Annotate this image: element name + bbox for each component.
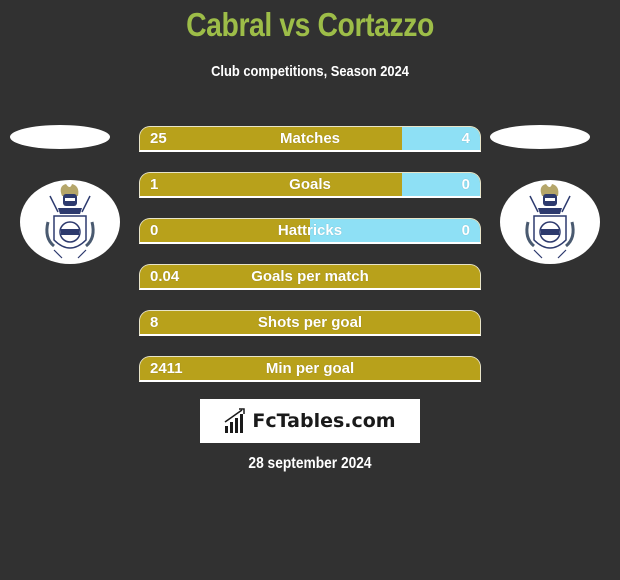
stat-label: Goals bbox=[289, 176, 331, 193]
fctables-logo[interactable]: FcTables.com bbox=[200, 399, 420, 443]
stat-label: Matches bbox=[279, 130, 341, 147]
right-club-crest[interactable] bbox=[500, 180, 600, 264]
bar-chart-icon bbox=[224, 408, 246, 433]
right-value: 4 bbox=[461, 130, 470, 147]
stat-label: Min per goal bbox=[265, 360, 355, 377]
stat-row-matches: 25 Matches 4 bbox=[139, 126, 481, 152]
stat-row-shots-per-goal: 8 Shots per goal bbox=[139, 310, 481, 336]
club-crest-icon bbox=[45, 184, 95, 259]
left-player-placeholder bbox=[10, 125, 110, 149]
stat-label: Shots per goal bbox=[257, 314, 363, 331]
stat-label: Goals per match bbox=[251, 268, 369, 285]
page-subtitle: Club competitions, Season 2024 bbox=[211, 63, 409, 80]
logo-text: FcTables.com bbox=[252, 410, 396, 432]
stat-label: Hattricks bbox=[277, 222, 343, 239]
stat-row-goals: 1 Goals 0 bbox=[139, 172, 481, 198]
right-value: 0 bbox=[461, 222, 470, 239]
stat-row-min-per-goal: 2411 Min per goal bbox=[139, 356, 481, 382]
stat-row-goals-per-match: 0.04 Goals per match bbox=[139, 264, 481, 290]
right-value: 0 bbox=[461, 176, 470, 193]
right-player-placeholder bbox=[490, 125, 590, 149]
page-title: Cabral vs Cortazzo bbox=[186, 6, 434, 43]
club-crest-icon bbox=[525, 184, 575, 259]
date-label: 28 september 2024 bbox=[248, 455, 372, 472]
left-club-crest[interactable] bbox=[20, 180, 120, 264]
stat-row-hattricks: 0 Hattricks 0 bbox=[139, 218, 481, 244]
